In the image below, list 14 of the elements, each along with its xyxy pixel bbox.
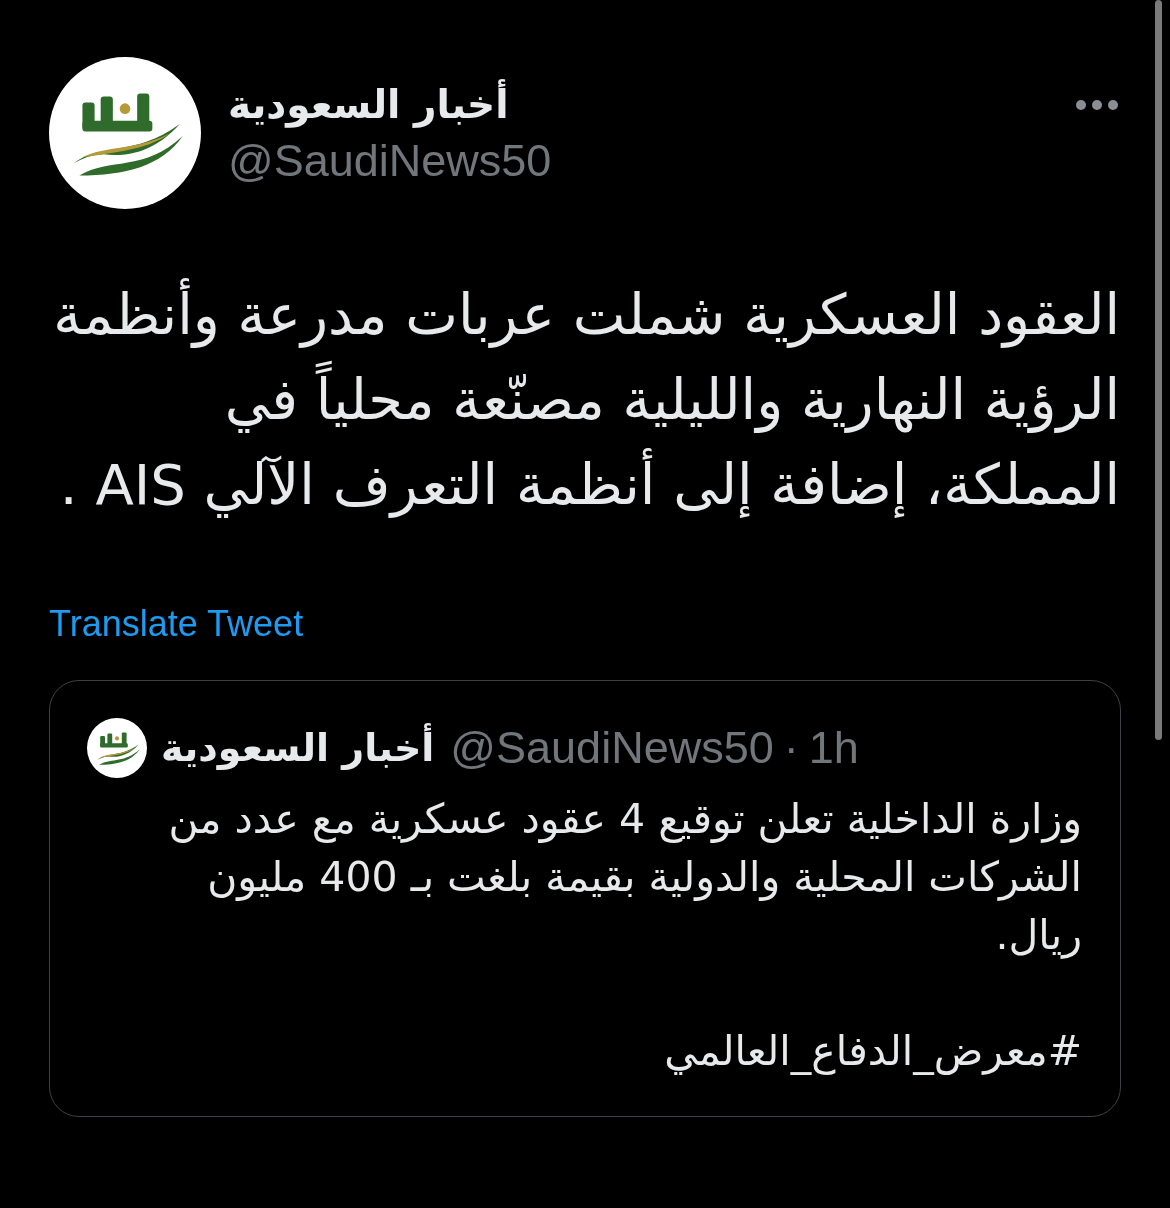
tweet-text: العقود العسكرية شملت عربات مدرعة وأنظمة الرؤية النهارية والليلية مصنّعة محلياً في المملكة، إضافة إلى أنظمة التعرف الآلي AIS . bbox=[44, 272, 1120, 527]
more-icon[interactable] bbox=[1076, 100, 1118, 110]
hashtag: #معرض_الدفاع_العالمي bbox=[664, 1026, 1082, 1077]
separator-dot: · bbox=[783, 721, 799, 775]
author-name: أخبار السعودية bbox=[228, 79, 509, 131]
wave-avatar-icon[interactable] bbox=[87, 718, 147, 778]
author-name: أخبار السعودية bbox=[161, 722, 435, 774]
author-handle: @SaudiNews50 bbox=[228, 134, 552, 188]
tweet-time: 1h bbox=[808, 721, 859, 775]
scrollbar[interactable] bbox=[1155, 0, 1162, 740]
translate-link[interactable]: Translate Tweet bbox=[49, 602, 304, 646]
wave-avatar-icon[interactable] bbox=[49, 57, 201, 209]
quoted-tweet-text: وزارة الداخلية تعلن توقيع 4 عقود عسكرية مع عدد من الشركات المحلية والدولية بقيمة بلغت بـ 400 مليون ريال. bbox=[167, 794, 1082, 961]
author-handle: @SaudiNews50 bbox=[450, 721, 774, 775]
